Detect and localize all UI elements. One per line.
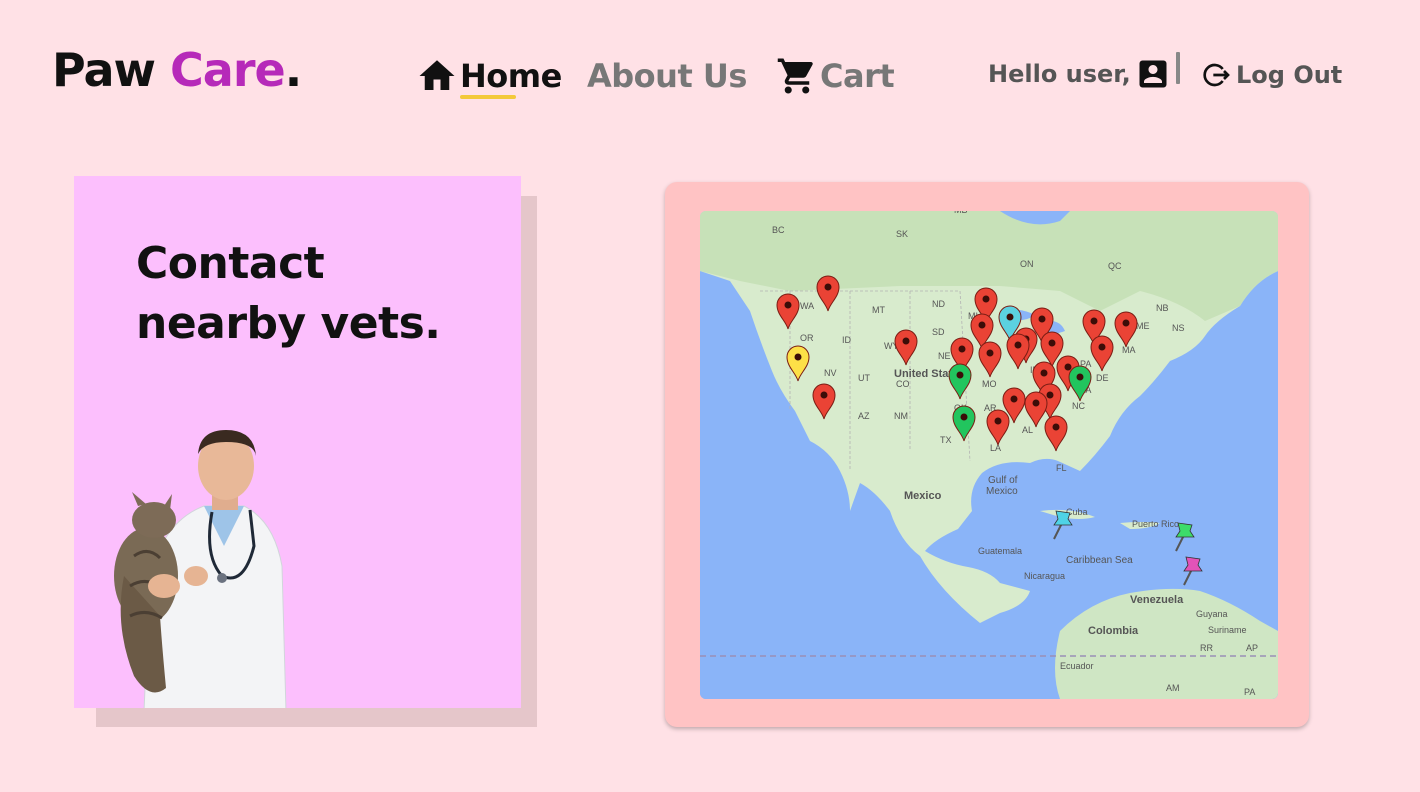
pin-dot — [820, 391, 828, 399]
label-ma: MA — [1122, 345, 1136, 355]
account-box-icon[interactable] — [1135, 56, 1171, 92]
label-gulf-1: Gulf of — [988, 475, 1018, 486]
logout-label: Log Out — [1236, 61, 1343, 89]
pin-dot — [784, 301, 792, 309]
greeting-text: Hello user, — [988, 60, 1131, 88]
nav-home-label: Home — [460, 57, 562, 95]
label-guatemala: Guatemala — [978, 546, 1022, 556]
pin-dot — [1090, 317, 1098, 325]
pin-dot — [1076, 373, 1084, 381]
nav-cart-label: Cart — [820, 57, 895, 95]
label-ut: UT — [858, 373, 870, 383]
logo[interactable]: Paw Care. — [52, 40, 303, 100]
label-fl: FL — [1056, 463, 1067, 473]
label-rr: RR — [1200, 643, 1213, 653]
pin-dot — [956, 371, 964, 379]
label-gulf-2: Mexico — [986, 486, 1018, 497]
label-ap: AP — [1246, 643, 1258, 653]
label-ecuador: Ecuador — [1060, 661, 1094, 671]
pin-dot — [1048, 339, 1056, 347]
pin-dot — [902, 337, 910, 345]
pin-dot — [1006, 313, 1014, 321]
hero-title: Contact nearby vets. — [136, 238, 441, 349]
label-qc: QC — [1108, 261, 1122, 271]
pin-dot — [960, 413, 968, 421]
label-nc: NC — [1072, 401, 1085, 411]
label-az: AZ — [858, 411, 870, 421]
label-colombia: Colombia — [1088, 625, 1139, 637]
pin-dot — [1046, 391, 1054, 399]
label-nicaragua: Nicaragua — [1024, 571, 1065, 581]
user-greeting: Hello user, — [988, 50, 1171, 98]
nav-active-indicator — [460, 95, 516, 99]
pin-dot — [1014, 341, 1022, 349]
pin-dot — [1038, 315, 1046, 323]
label-tx: TX — [940, 435, 952, 445]
label-la: LA — [990, 443, 1001, 453]
pin-dot — [986, 349, 994, 357]
label-mexico: Mexico — [904, 490, 942, 502]
label-venezuela: Venezuela — [1130, 594, 1184, 606]
pin-dot — [978, 321, 986, 329]
pin-dot — [1098, 343, 1106, 351]
label-sd: SD — [932, 327, 945, 337]
pin-dot — [982, 295, 990, 303]
label-am: AM — [1166, 683, 1180, 693]
home-icon — [419, 60, 455, 90]
pin-dot — [794, 353, 802, 361]
header-divider — [1176, 52, 1180, 84]
label-mo: MO — [982, 379, 997, 389]
nav-cart[interactable]: Cart — [776, 46, 895, 106]
label-nm: NM — [894, 411, 908, 421]
label-ns: NS — [1172, 323, 1185, 333]
label-id: ID — [842, 335, 852, 345]
pin-dot — [1122, 319, 1130, 327]
cart-icon — [777, 58, 813, 94]
label-mb: MB — [954, 211, 968, 215]
label-puerto-rico: Puerto Rico — [1132, 519, 1179, 529]
pin-dot — [1052, 423, 1060, 431]
nav-about-us[interactable]: About Us — [587, 46, 747, 106]
pin-dot — [1064, 363, 1072, 371]
pin-dot — [1040, 369, 1048, 377]
label-nd: ND — [932, 299, 945, 309]
vets-map[interactable]: BC SK MB ON QC WA OR MT ND SD ID WY NV U… — [700, 211, 1278, 699]
label-ne: NE — [938, 351, 951, 361]
hero-card: Contact nearby vets. — [74, 176, 521, 708]
label-wa: WA — [800, 301, 814, 311]
label-co: CO — [896, 379, 910, 389]
logo-main: Paw — [52, 43, 171, 97]
label-mt: MT — [872, 305, 885, 315]
label-me: ME — [1136, 321, 1150, 331]
vet-with-cat-image — [114, 430, 287, 708]
logout-icon — [1203, 63, 1230, 87]
pin-dot — [824, 283, 832, 291]
logout-button[interactable]: Log Out — [1200, 52, 1342, 98]
label-sk: SK — [896, 229, 908, 239]
label-or: OR — [800, 333, 814, 343]
label-nv: NV — [824, 368, 837, 378]
label-caribbean: Caribbean Sea — [1066, 555, 1133, 566]
label-guyana: Guyana — [1196, 609, 1228, 619]
pin-dot — [1032, 399, 1040, 407]
logo-dot: . — [284, 43, 303, 97]
pin-dot — [1010, 395, 1018, 403]
pin-dot — [958, 345, 966, 353]
label-nb: NB — [1156, 303, 1169, 313]
label-al: AL — [1022, 425, 1033, 435]
label-on: ON — [1020, 259, 1034, 269]
logo-accent: Care — [170, 43, 286, 97]
label-de: DE — [1096, 373, 1109, 383]
label-suriname: Suriname — [1208, 625, 1247, 635]
nav-about-label: About Us — [587, 57, 747, 95]
label-pa2: PA — [1244, 687, 1255, 697]
label-bc: BC — [772, 225, 785, 235]
pin-dot — [994, 417, 1002, 425]
